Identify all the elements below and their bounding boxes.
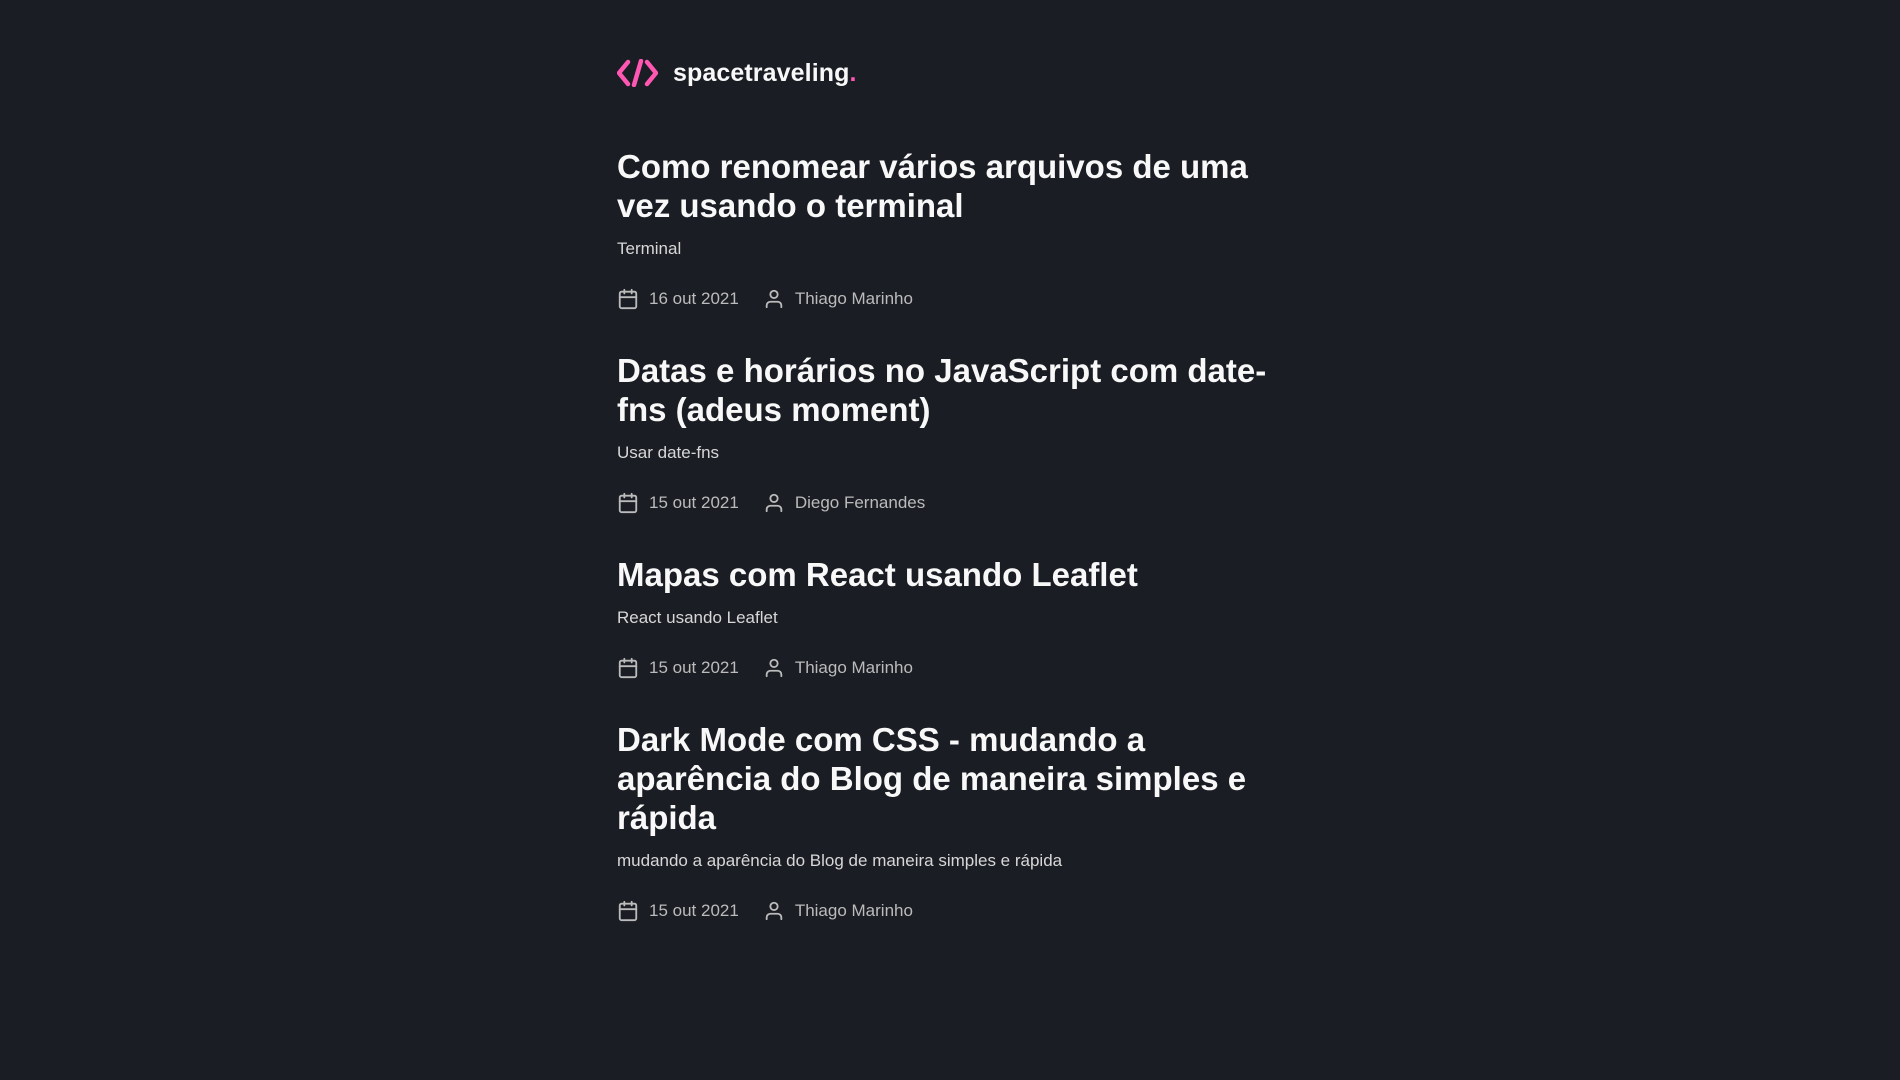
page-container: spacetraveling. Como renomear vários arq…	[616, 0, 1277, 963]
brand-name-text: spacetraveling	[673, 58, 850, 87]
post-date-text: 15 out 2021	[649, 493, 739, 512]
post-author: Thiago Marinho	[763, 288, 913, 310]
post-title[interactable]: Datas e horários no JavaScript com date-…	[617, 351, 1277, 429]
user-icon	[763, 657, 785, 679]
site-header: spacetraveling.	[616, 58, 1277, 88]
post-date-text: 15 out 2021	[649, 658, 739, 677]
post-author-text: Thiago Marinho	[794, 658, 913, 677]
post-item[interactable]: Mapas com React usando Leaflet React usa…	[617, 555, 1277, 680]
post-date: 15 out 2021	[617, 492, 739, 514]
post-author-text: Thiago Marinho	[794, 289, 913, 308]
post-author: Thiago Marinho	[763, 900, 913, 922]
post-subtitle: Terminal	[617, 239, 682, 258]
post-subtitle: React usando Leaflet	[617, 608, 778, 627]
brand-dot: .	[849, 58, 857, 87]
brand-name[interactable]: spacetraveling.	[673, 59, 857, 88]
post-meta: 16 out 2021 Thiago Marinho	[617, 287, 1277, 311]
post-date-text: 15 out 2021	[649, 901, 739, 920]
post-date-text: 16 out 2021	[649, 289, 739, 308]
post-author: Diego Fernandes	[763, 492, 925, 514]
post-subtitle: Usar date-fns	[617, 443, 720, 462]
user-icon	[763, 900, 785, 922]
post-author: Thiago Marinho	[763, 657, 913, 679]
post-meta: 15 out 2021 Thiago Marinho	[617, 899, 1277, 923]
post-date: 15 out 2021	[617, 900, 739, 922]
calendar-icon	[617, 900, 639, 922]
post-title[interactable]: Como renomear vários arquivos de uma vez…	[617, 147, 1277, 225]
calendar-icon	[617, 288, 639, 310]
post-item[interactable]: Datas e horários no JavaScript com date-…	[617, 351, 1277, 515]
post-meta: 15 out 2021 Thiago Marinho	[617, 656, 1277, 680]
post-item[interactable]: Como renomear vários arquivos de uma vez…	[617, 147, 1277, 311]
post-meta: 15 out 2021 Diego Fernandes	[617, 491, 1277, 515]
calendar-icon	[617, 492, 639, 514]
post-title[interactable]: Dark Mode com CSS - mudando a aparência …	[617, 720, 1277, 837]
post-date: 16 out 2021	[617, 288, 739, 310]
post-title[interactable]: Mapas com React usando Leaflet	[617, 555, 1277, 594]
post-author-text: Diego Fernandes	[794, 493, 926, 512]
code-brackets-icon[interactable]	[616, 58, 659, 88]
post-list: Como renomear vários arquivos de uma vez…	[617, 147, 1277, 923]
user-icon	[763, 492, 785, 514]
post-author-text: Thiago Marinho	[794, 901, 913, 920]
post-date: 15 out 2021	[617, 657, 739, 679]
user-icon	[763, 288, 785, 310]
post-subtitle: mudando a aparência do Blog de maneira s…	[617, 851, 1063, 870]
calendar-icon	[617, 657, 639, 679]
post-item[interactable]: Dark Mode com CSS - mudando a aparência …	[617, 720, 1277, 923]
